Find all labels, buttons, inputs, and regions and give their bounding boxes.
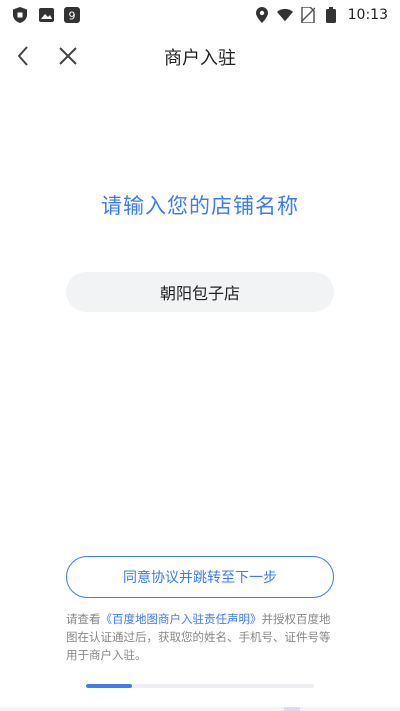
agree-next-button[interactable]: 同意协议并跳转至下一步 <box>66 556 334 598</box>
agreement-notice: 请查看《百度地图商户入驻责任声明》并授权百度地图在认证通过后，获取您的姓名、手机… <box>66 610 338 664</box>
battery-icon <box>323 7 339 23</box>
image-icon <box>38 7 54 23</box>
status-left-icons: 9 <box>12 7 80 23</box>
location-icon <box>254 7 270 23</box>
app-badge-text: 9 <box>69 10 76 23</box>
bottom-divider <box>0 707 400 711</box>
app-badge-icon: 9 <box>64 7 80 23</box>
progress-bar <box>86 684 314 688</box>
nav-bar: 商户入驻 <box>0 30 400 80</box>
status-right-icons: 10:13 <box>254 7 388 23</box>
page-title: 商户入驻 <box>164 48 236 69</box>
store-name-heading: 请输入您的店铺名称 <box>101 194 299 218</box>
wifi-icon <box>276 7 293 23</box>
agreement-link[interactable]: 《百度地图商户入驻责任声明》 <box>101 612 262 626</box>
bottom-indicator <box>284 707 300 711</box>
progress-fill <box>86 684 132 688</box>
status-bar: 9 10:13 <box>0 0 400 30</box>
store-name-input[interactable] <box>66 272 334 312</box>
no-sim-icon <box>300 7 316 23</box>
status-time: 10:13 <box>347 7 388 23</box>
notice-prefix: 请查看 <box>66 612 101 626</box>
shield-icon <box>12 7 28 23</box>
screen: 9 10:13 商户入驻 请输入您的店铺名称 朝阳包子店 同意协议并跳转至下一步… <box>0 0 400 711</box>
